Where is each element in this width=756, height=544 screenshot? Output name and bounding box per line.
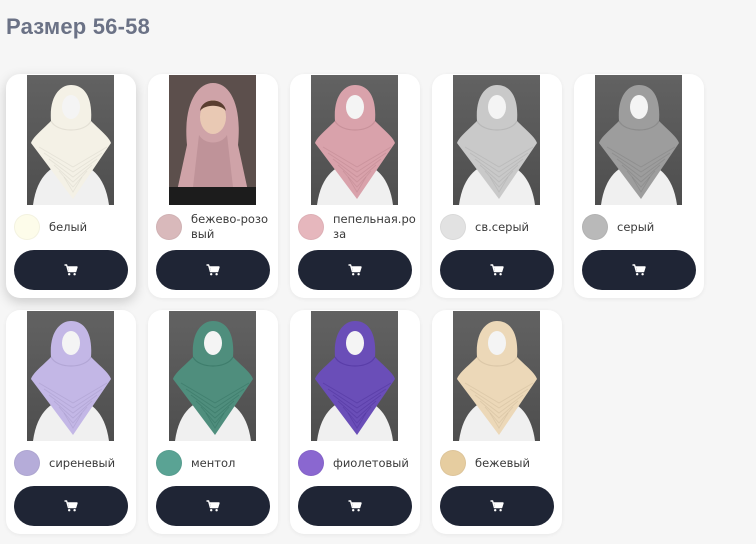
product-photo[interactable] — [311, 311, 398, 441]
scarf-illustration — [31, 321, 111, 441]
color-name: сиреневый — [49, 455, 116, 470]
product-photo[interactable] — [595, 75, 682, 205]
color-swatch[interactable] — [582, 214, 608, 240]
product-card[interactable]: серый — [574, 74, 704, 298]
product-photo[interactable] — [453, 311, 540, 441]
color-name: ментол — [191, 455, 236, 470]
color-name: св.серый — [475, 219, 530, 234]
product-card[interactable]: св.серый — [432, 74, 562, 298]
scarf-illustration — [31, 85, 111, 205]
add-to-cart-button[interactable] — [298, 250, 412, 290]
cart-icon — [64, 264, 78, 276]
cart-icon — [490, 264, 504, 276]
color-name: фиолетовый — [333, 455, 409, 470]
color-name: серый — [617, 219, 655, 234]
scarf-illustration — [457, 321, 537, 441]
scarf-illustration — [173, 321, 253, 441]
add-to-cart-button[interactable] — [440, 486, 554, 526]
cart-icon — [206, 264, 220, 276]
page-title: Размер 56-58 — [6, 14, 151, 39]
product-card[interactable]: белый — [6, 74, 136, 298]
color-name: бежево-розовый — [191, 212, 269, 241]
product-card[interactable]: пепельная.роза — [290, 74, 420, 298]
product-card[interactable]: бежево-розовый — [148, 74, 278, 298]
color-swatch[interactable] — [156, 450, 182, 476]
product-photo[interactable] — [27, 311, 114, 441]
cart-icon — [348, 500, 362, 512]
cart-icon — [490, 500, 504, 512]
scarf-illustration — [315, 321, 395, 441]
cart-icon — [64, 500, 78, 512]
add-to-cart-button[interactable] — [156, 250, 270, 290]
product-photo[interactable] — [453, 75, 540, 205]
color-name: бежевый — [475, 455, 530, 470]
scarf-illustration — [599, 85, 679, 205]
product-photo[interactable] — [169, 75, 256, 205]
add-to-cart-button[interactable] — [440, 250, 554, 290]
add-to-cart-button[interactable] — [298, 486, 412, 526]
add-to-cart-button[interactable] — [14, 250, 128, 290]
color-swatch[interactable] — [298, 450, 324, 476]
color-swatch[interactable] — [440, 450, 466, 476]
add-to-cart-button[interactable] — [582, 250, 696, 290]
cart-icon — [348, 264, 362, 276]
scarf-illustration — [315, 85, 395, 205]
product-card[interactable]: фиолетовый — [290, 310, 420, 534]
scarf-illustration — [169, 75, 256, 205]
product-card[interactable]: ментол — [148, 310, 278, 534]
scarf-illustration — [457, 85, 537, 205]
color-swatch[interactable] — [156, 214, 182, 240]
add-to-cart-button[interactable] — [156, 486, 270, 526]
add-to-cart-button[interactable] — [14, 486, 128, 526]
color-name: пепельная.роза — [333, 212, 416, 241]
product-card[interactable]: бежевый — [432, 310, 562, 534]
product-photo[interactable] — [169, 311, 256, 441]
color-swatch[interactable] — [440, 214, 466, 240]
product-photo[interactable] — [27, 75, 114, 205]
cart-icon — [632, 264, 646, 276]
product-photo[interactable] — [311, 75, 398, 205]
product-card[interactable]: сиреневый — [6, 310, 136, 534]
color-name: белый — [49, 219, 88, 234]
color-swatch[interactable] — [14, 450, 40, 476]
cart-icon — [206, 500, 220, 512]
color-swatch[interactable] — [14, 214, 40, 240]
color-swatch[interactable] — [298, 214, 324, 240]
